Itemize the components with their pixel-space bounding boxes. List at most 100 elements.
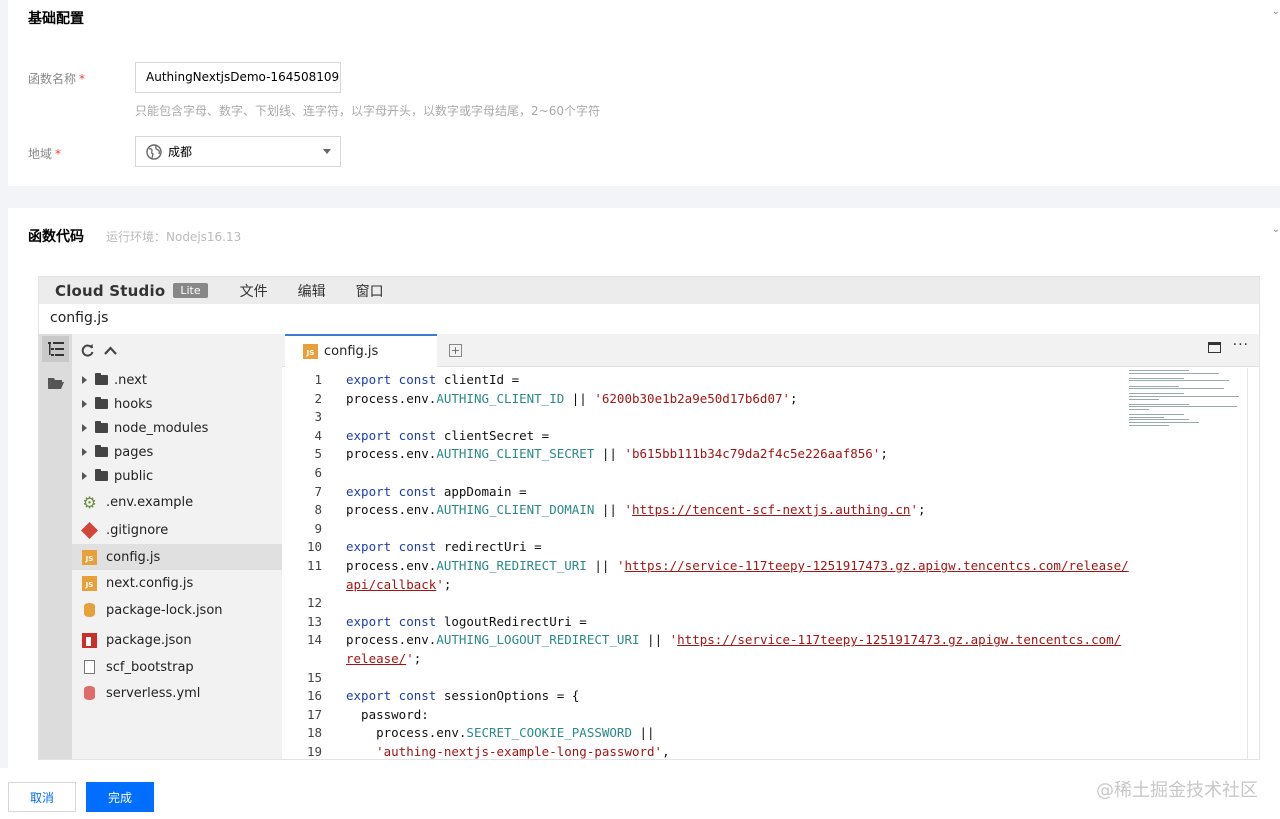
- tree-item[interactable]: package.json: [72, 627, 282, 653]
- done-button[interactable]: 完成: [86, 782, 154, 812]
- minimap-line: [1129, 419, 1189, 421]
- minimap-line: [1129, 385, 1179, 387]
- folder-icon: [95, 445, 108, 457]
- tree-item-label: .env.example: [106, 494, 194, 510]
- code-line: process.env.SECRET_COOKIE_PASSWORD ||: [346, 725, 654, 740]
- code-token: export const: [346, 613, 444, 629]
- function-name-input[interactable]: AuthingNextjsDemo-1645081098: [135, 62, 341, 93]
- code-token: logoutRedirectUri =: [443, 613, 587, 629]
- code-line: export const logoutRedirectUri =: [346, 614, 587, 629]
- code-line: export const appDomain =: [346, 484, 527, 499]
- code-token: process.env.: [346, 558, 437, 573]
- code-token: password:: [346, 706, 429, 722]
- tree-item[interactable]: serverless.yml: [72, 680, 282, 706]
- minimap-line: [1129, 416, 1164, 418]
- chevron-down-icon: [323, 149, 331, 154]
- folder-icon: [95, 397, 108, 409]
- editor-tools: ···: [1207, 338, 1249, 353]
- minimap-line: [1129, 406, 1237, 408]
- code-token: ;: [917, 502, 926, 518]
- code-token: ': [910, 502, 918, 518]
- line-number: 11: [306, 558, 322, 573]
- tree-item[interactable]: pages: [72, 439, 282, 465]
- js-file-icon: JS: [82, 549, 97, 565]
- line-number: 14: [306, 632, 322, 648]
- code-token: 'authing-nextjs-example-long-password': [376, 744, 663, 759]
- code-token: ;: [790, 390, 798, 406]
- tree-item-label: scf_bootstrap: [106, 659, 194, 675]
- basic-config-panel: 基础配置 ⌄ 函数名称 * AuthingNextjsDemo-164508109…: [8, 0, 1280, 186]
- editor-tabs: JS config.js + ···: [282, 334, 1259, 367]
- minimap-line: [1129, 393, 1184, 395]
- tree-item[interactable]: hooks: [72, 391, 282, 417]
- cancel-button[interactable]: 取消: [8, 782, 76, 812]
- minimap-line: [1129, 380, 1229, 382]
- menu-window[interactable]: 窗口: [356, 281, 384, 301]
- tree-item[interactable]: .gitignore: [72, 517, 282, 543]
- code-token: https://service-117teepy-1251917473.gz.a…: [624, 558, 1129, 573]
- minimap[interactable]: [1129, 368, 1239, 428]
- npm-icon: [82, 632, 97, 648]
- refresh-icon[interactable]: [81, 344, 94, 357]
- ide-brand: Cloud Studio: [55, 281, 166, 300]
- required-mark: *: [79, 72, 86, 86]
- collapse-icon[interactable]: ⌄: [1272, 224, 1280, 235]
- minimap-line: [1129, 398, 1159, 400]
- more-icon[interactable]: ···: [1233, 338, 1249, 352]
- function-name-help: 只能包含字母、数字、下划线、连字符，以字母开头，以数字或字母结尾，2~60个字符: [135, 104, 600, 118]
- line-number: 19: [306, 744, 322, 759]
- tree-item[interactable]: package-lock.json: [72, 597, 282, 623]
- tree-item[interactable]: scf_bootstrap: [72, 654, 282, 680]
- code-token: ;: [880, 446, 888, 462]
- code-token: 'b615bb111b34c79da2f4c5e226aaf856': [624, 446, 881, 462]
- line-number: 3: [314, 409, 322, 425]
- tab-config-js[interactable]: JS config.js: [285, 334, 437, 367]
- code-token: export const: [346, 539, 444, 555]
- code-line: api/callback';: [346, 577, 451, 592]
- code-token: export const: [346, 483, 444, 499]
- menu-file[interactable]: 文件: [240, 281, 268, 301]
- code-token: appDomain =: [443, 483, 527, 499]
- line-number: 12: [306, 595, 322, 611]
- line-number: 6: [314, 465, 322, 480]
- code-line: export const sessionOptions = {: [346, 688, 579, 703]
- tree-item-label: next.config.js: [106, 575, 194, 591]
- code-token: ||: [594, 446, 625, 462]
- tree-item[interactable]: ⚙ .env.example: [72, 489, 282, 515]
- tree-item[interactable]: public: [72, 463, 282, 489]
- maximize-icon[interactable]: [1207, 342, 1221, 353]
- line-number: 15: [306, 669, 322, 685]
- database-icon: [82, 603, 97, 618]
- runtime-label: 运行环境：Nodejs16.13: [106, 230, 242, 244]
- menu-edit[interactable]: 编辑: [298, 281, 326, 301]
- code-line: export const clientSecret =: [346, 428, 549, 443]
- explorer-button[interactable]: [42, 336, 69, 362]
- tree-item-label: package-lock.json: [106, 602, 223, 618]
- js-file-icon: JS: [303, 344, 318, 359]
- add-tab-icon[interactable]: +: [449, 344, 462, 357]
- collapse-all-icon[interactable]: [104, 346, 117, 355]
- chevron-right-icon: [82, 472, 87, 480]
- code-line: export const clientId =: [346, 372, 519, 387]
- tab-label: config.js: [324, 344, 379, 359]
- code-line: password:: [346, 707, 429, 722]
- code-token: ||: [564, 390, 595, 406]
- code-editor[interactable]: 1 export const clientId = 2 process.env.AUT…: [282, 368, 1259, 759]
- code-line: process.env.AUTHING_CLIENT_ID || '6200b3…: [346, 391, 798, 406]
- folder-view-button[interactable]: [42, 370, 69, 396]
- minimap-line: [1129, 377, 1184, 379]
- tree-item[interactable]: JS config.js: [72, 544, 282, 570]
- required-mark: *: [55, 147, 62, 161]
- tree-item[interactable]: .next: [72, 367, 282, 393]
- tree-item[interactable]: JS next.config.js: [72, 570, 282, 596]
- tree-item[interactable]: node_modules: [72, 415, 282, 441]
- chevron-right-icon: [82, 376, 87, 384]
- region-select[interactable]: 成都: [135, 136, 341, 167]
- editor-scrollbar[interactable]: [1247, 368, 1259, 759]
- line-number: 2: [314, 390, 322, 406]
- tree-item-label: public: [114, 468, 154, 484]
- minimap-line: [1129, 396, 1239, 397]
- chevron-right-icon: [82, 424, 87, 432]
- tree-item-label: package.json: [106, 632, 192, 648]
- collapse-icon[interactable]: ⌄: [1272, 6, 1280, 17]
